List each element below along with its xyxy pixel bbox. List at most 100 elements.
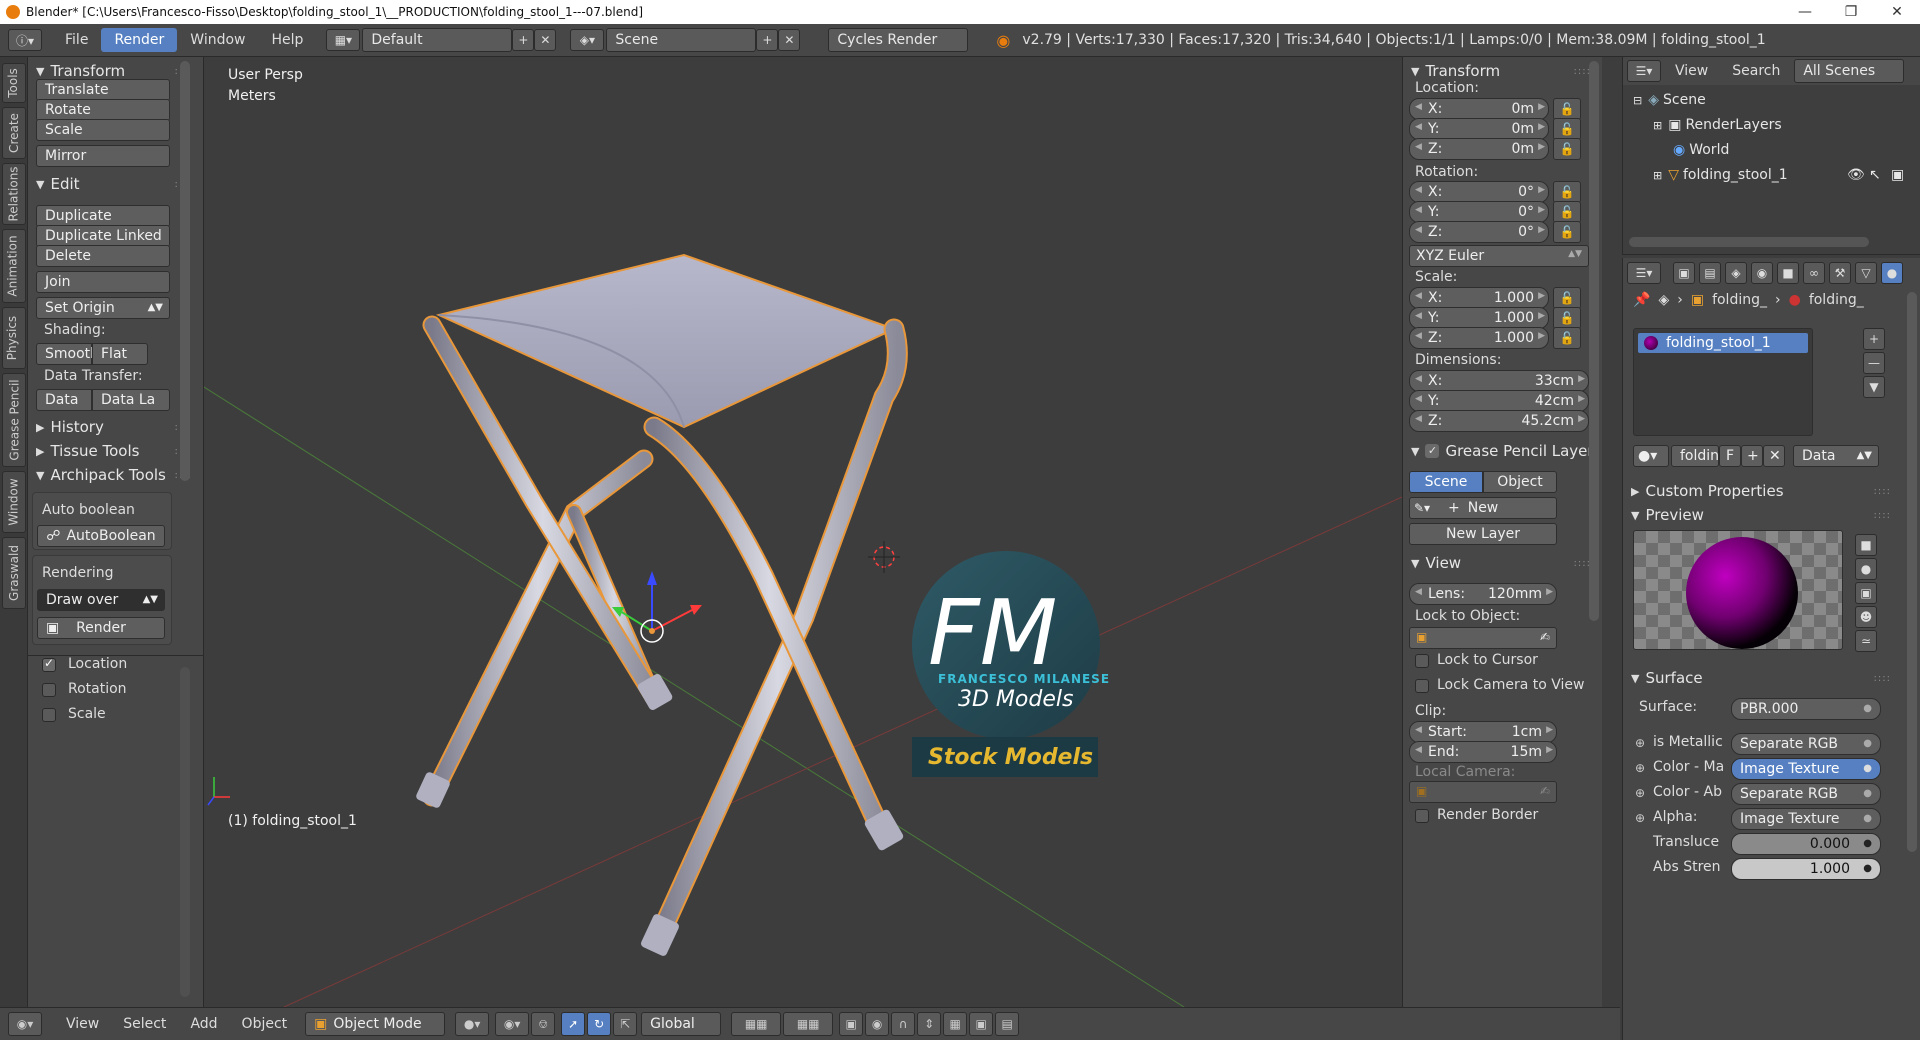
remove-slot-icon[interactable]: — (1863, 352, 1885, 374)
lock-icon[interactable]: 🔓 (1553, 118, 1581, 140)
clip-start-field[interactable]: ◀ Start: 1cm ▶ (1409, 721, 1557, 743)
editor-type-icon[interactable]: ⓘ▾ (8, 29, 42, 51)
outliner-filter-select[interactable]: All Scenes (1794, 59, 1905, 83)
menu-window[interactable]: Window (177, 32, 258, 48)
outliner-editor-icon[interactable]: ☰▾ (1627, 60, 1661, 82)
eyedropper-icon[interactable]: ✍ (1540, 784, 1550, 798)
menu-view[interactable]: View (54, 1016, 111, 1032)
input-alpha-link[interactable]: Image Texture ● (1731, 808, 1881, 830)
pivot-point-icon[interactable]: ◉▾ (495, 1012, 530, 1036)
grip-icon[interactable]: :::: (1874, 673, 1891, 684)
3d-viewport[interactable]: User Persp Meters (1) folding_stool_1 FM… (204, 57, 1402, 1007)
lock-icon[interactable]: 🔓 (1553, 327, 1581, 349)
rotation-z-field[interactable]: ◀ Z: 0° ▶ (1409, 221, 1549, 243)
scene-icon[interactable]: ◈▾ (570, 29, 605, 51)
grip-icon[interactable]: :::: (1874, 486, 1891, 497)
preview-sphere-icon[interactable]: ● (1855, 558, 1877, 580)
panel-archipack-header[interactable]: ▼Archipack Tools:::: (28, 461, 204, 489)
data-tab-icon[interactable]: ▽ (1855, 262, 1877, 284)
flat-button[interactable]: Flat (92, 343, 148, 365)
proportional-edit-icon[interactable]: ◉ (865, 1012, 890, 1036)
toolshelf-scrollbar[interactable] (180, 61, 190, 481)
layout-grid-icon[interactable]: ▦▾ (326, 29, 361, 51)
lock-icon[interactable]: 🔓 (1553, 287, 1581, 309)
viewport-shading-icon[interactable]: ●▾ (455, 1012, 490, 1036)
dimension-z-field[interactable]: ◀ Z: 45.2cm ▶ (1409, 410, 1589, 432)
translate-manipulator-icon[interactable]: ➚ (561, 1012, 586, 1036)
lock-icon[interactable]: 🔓 (1553, 201, 1581, 223)
set-origin-dropdown[interactable]: Set Origin ▲▼ (36, 297, 170, 319)
interaction-mode-select[interactable]: ▣ Object Mode (305, 1012, 446, 1036)
eyedropper-icon[interactable]: ✍ (1540, 630, 1550, 644)
layers-grid-icon[interactable]: ▦▦ (731, 1012, 782, 1036)
close-icon[interactable]: ✕ (1874, 4, 1920, 20)
outliner-menu-search[interactable]: Search (1732, 63, 1780, 79)
duplicate-linked-button[interactable]: Duplicate Linked (36, 225, 170, 247)
unlink-material-icon[interactable]: ✕ (1763, 445, 1785, 467)
screen-layout-field[interactable]: Default (362, 28, 513, 52)
location-checkbox[interactable]: ✓ (42, 656, 56, 672)
delete-button[interactable]: Delete (36, 245, 170, 267)
material-slot-list[interactable]: folding_stool_1 (1633, 328, 1813, 436)
modifiers-tab-icon[interactable]: ⚒ (1829, 262, 1851, 284)
folding-stool-model[interactable] (415, 253, 908, 957)
rotation-checkbox[interactable] (42, 683, 56, 697)
scale-button[interactable]: Scale (36, 119, 170, 141)
panel-edit-header[interactable]: ▼Edit:::: (28, 170, 204, 198)
location-z-field[interactable]: ◀ Z: 0m ▶ (1409, 138, 1549, 160)
fake-user-button[interactable]: F (1719, 445, 1741, 467)
lock-icon[interactable]: 🔓 (1553, 221, 1581, 243)
menu-help[interactable]: Help (258, 32, 316, 48)
snap-target-icon[interactable]: ▦ (943, 1012, 968, 1036)
outliner-scrollbar[interactable] (1629, 237, 1869, 247)
grease-pencil-checkbox[interactable]: ✓ (1425, 444, 1440, 458)
material-tab-icon[interactable]: ● (1881, 262, 1903, 284)
opengl-render-icon[interactable]: ▣ (969, 1012, 994, 1036)
duplicate-button[interactable]: Duplicate (36, 205, 170, 227)
rotation-mode-select[interactable]: XYZ Euler ▲▼ (1409, 245, 1589, 267)
scale-z-field[interactable]: ◀ Z: 1.000 ▶ (1409, 327, 1549, 349)
tab-scene[interactable]: Scene (1409, 471, 1483, 493)
view-panel-header[interactable]: ▼ View:::: (1403, 549, 1603, 577)
npanel-scrollbar[interactable] (1589, 61, 1599, 621)
preview-header[interactable]: ▼ Preview:::: (1623, 501, 1903, 529)
scene-tab-icon[interactable]: ◈ (1725, 262, 1747, 284)
lens-field[interactable]: ◀ Lens: 120mm ▶ (1409, 583, 1557, 605)
lock-camera-checkbox[interactable] (1415, 679, 1429, 693)
scale-x-field[interactable]: ◀ X: 1.000 ▶ (1409, 287, 1549, 309)
object-tab-icon[interactable]: ■ (1777, 262, 1799, 284)
menu-select[interactable]: Select (111, 1016, 178, 1032)
surface-header[interactable]: ▼ Surface:::: (1623, 664, 1903, 692)
outliner-item-scene[interactable]: ⊟ ◈ Scene (1633, 92, 1706, 108)
draw-over-dropdown[interactable]: Draw over ▲▼ (37, 589, 165, 611)
lock-icon[interactable]: 🔓 (1553, 138, 1581, 160)
opengl-anim-icon[interactable]: ▤ (995, 1012, 1020, 1036)
render-border-checkbox[interactable] (1415, 809, 1429, 823)
outliner-item-world[interactable]: ◉ World (1673, 142, 1729, 158)
new-layer-button[interactable]: New Layer (1409, 523, 1557, 545)
preview-flat-icon[interactable]: ■ (1855, 534, 1877, 556)
input-socket-icon[interactable]: ⊕ (1635, 761, 1645, 775)
translucency-slider[interactable]: 0.000 ● (1731, 833, 1881, 855)
new-gpencil-button[interactable]: ✎▾ + New (1409, 497, 1557, 519)
render-button[interactable]: ▣ Render (37, 617, 165, 639)
rotation-y-field[interactable]: ◀ Y: 0° ▶ (1409, 201, 1549, 223)
scene-field[interactable]: Scene (606, 28, 757, 52)
tab-tools[interactable]: Tools (2, 63, 26, 103)
rotate-button[interactable]: Rotate (36, 99, 170, 121)
grip-icon[interactable]: :::: (1874, 510, 1891, 521)
visibility-eye-icon[interactable]: 👁 (1847, 167, 1865, 183)
join-button[interactable]: Join (36, 271, 170, 293)
selectable-cursor-icon[interactable]: ↖ (1869, 167, 1881, 183)
lock-cursor-checkbox[interactable] (1415, 654, 1429, 668)
material-name-field[interactable]: foldin (1671, 445, 1719, 467)
menu-file[interactable]: File (52, 32, 101, 48)
location-x-field[interactable]: ◀ X: 0m ▶ (1409, 98, 1549, 120)
tab-animation[interactable]: Animation (2, 229, 26, 303)
scene-remove-icon[interactable]: ✕ (778, 29, 801, 51)
lock-icon[interactable]: 🔓 (1553, 98, 1581, 120)
render-tab-icon[interactable]: ▣ (1673, 262, 1695, 284)
add-slot-icon[interactable]: + (1863, 328, 1885, 350)
rotation-x-field[interactable]: ◀ X: 0° ▶ (1409, 181, 1549, 203)
new-material-icon[interactable]: + (1741, 445, 1763, 467)
